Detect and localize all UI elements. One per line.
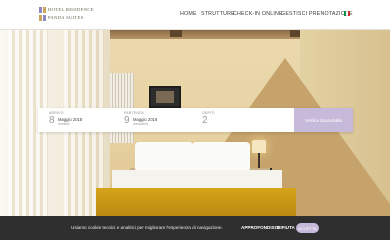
cookie-reject-link[interactable]: RIFIUTA <box>277 225 295 230</box>
logo-mark-icon <box>39 7 46 21</box>
nav-check-in-online[interactable]: CHECK-IN ONLINE <box>233 11 283 17</box>
departure-day: 9 <box>124 115 130 126</box>
logo-line-2: PANDA SUITES <box>48 15 84 20</box>
nav-strutture[interactable]: STRUTTURE <box>201 11 235 17</box>
booking-widget: ARRIVO 8 Maggio 2018 martedì PARTENZA 9 … <box>38 108 353 132</box>
cookie-accept-button[interactable]: ACCETTA <box>296 223 319 233</box>
guests-count: 2 <box>202 115 208 126</box>
nav-gestisci-prenotazione[interactable]: GESTISCI PRENOTAZIONE <box>281 11 353 17</box>
cookie-details-link[interactable]: APPROFONDISCI <box>241 225 279 230</box>
it-flag-icon[interactable] <box>344 11 350 16</box>
bed-throw <box>96 188 296 216</box>
verify-availability-button[interactable]: Verifica disponibilità <box>294 108 353 132</box>
cookie-text: Usiamo cookie tecnici e analitici per mi… <box>71 225 223 230</box>
lamp-base <box>258 153 260 168</box>
cookie-bar: Usiamo cookie tecnici e analitici per mi… <box>0 216 390 240</box>
arrival-weekday: martedì <box>58 122 70 126</box>
nav-home[interactable]: HOME <box>180 11 197 17</box>
guests-field[interactable]: OSPITI 2 <box>202 108 262 132</box>
top-navbar: HOTEL RESIDENCE PANDA SUITES HOME STRUTT… <box>0 0 390 30</box>
ceiling-beam <box>170 30 182 37</box>
arrival-day: 8 <box>49 115 55 126</box>
wall-picture <box>149 86 181 108</box>
pillow <box>135 142 193 172</box>
logo-line-1: HOTEL RESIDENCE <box>48 7 94 12</box>
lamp-icon <box>252 140 266 153</box>
departure-weekday: mercoledì <box>133 122 148 126</box>
arrival-date-field[interactable]: ARRIVO 8 Maggio 2018 martedì <box>49 108 119 132</box>
pillow <box>192 142 250 172</box>
departure-date-field[interactable]: PARTENZA 9 Maggio 2018 mercoledì <box>124 108 194 132</box>
hotel-logo[interactable]: HOTEL RESIDENCE PANDA SUITES <box>39 6 93 24</box>
